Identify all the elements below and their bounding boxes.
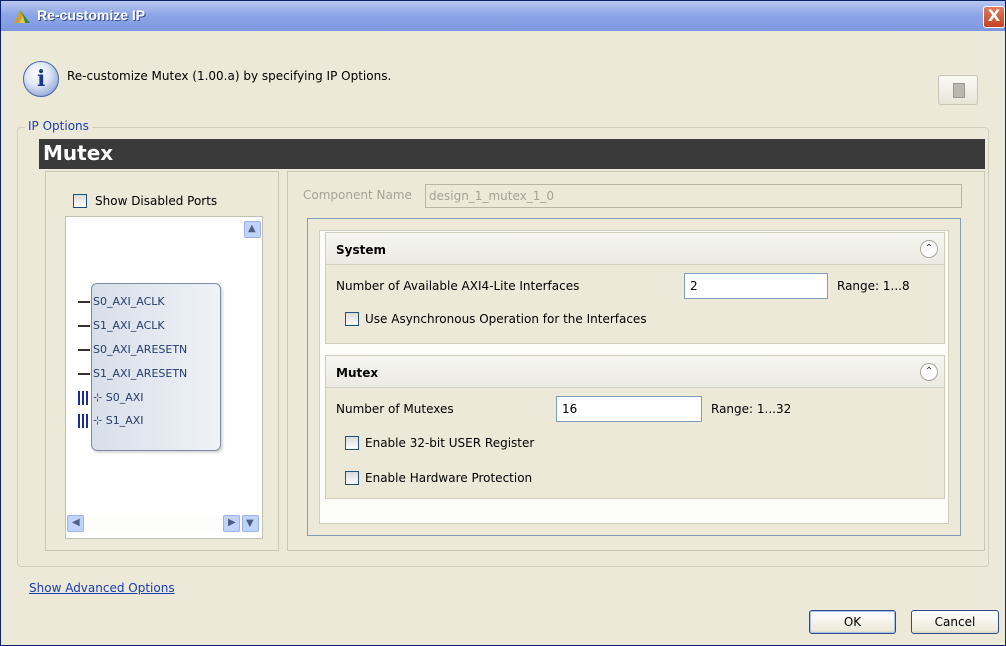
ip-description: Re-customize Mutex (1.00.a) by specifyin…	[67, 69, 392, 83]
ip-name-banner: Mutex	[39, 139, 985, 169]
horizontal-scrollbar[interactable]: ◀ ▶ ▼	[67, 515, 261, 532]
system-section: System ⌃ Number of Available AXI4-Lite I…	[325, 232, 945, 344]
chevron-up-icon: ▲	[248, 223, 256, 234]
port-wire	[78, 373, 90, 375]
show-disabled-ports-label: Show Disabled Ports	[95, 194, 218, 208]
mutex-count-range: Range: 1...32	[711, 402, 792, 416]
collapse-icon[interactable]: ⌃	[920, 240, 938, 258]
scroll-left-button[interactable]: ◀	[67, 515, 84, 532]
port-label: ⊹ S0_AXI	[93, 391, 144, 404]
mutex-section-header[interactable]: Mutex ⌃	[326, 356, 944, 388]
interfaces-range: Range: 1...8	[837, 279, 910, 293]
hardware-protection-checkbox[interactable]	[345, 471, 359, 485]
interfaces-input[interactable]: 2	[684, 273, 828, 299]
mutex-section: Mutex ⌃ Number of Mutexes 16 Range: 1...…	[325, 355, 945, 499]
documentation-button[interactable]	[938, 75, 978, 105]
mutex-count-input[interactable]: 16	[556, 396, 702, 422]
document-icon	[953, 83, 965, 98]
bus-interface-icon	[78, 391, 88, 405]
mutex-section-title: Mutex	[336, 366, 379, 380]
ip-name: Mutex	[43, 141, 114, 165]
chevron-left-icon: ◀	[72, 517, 80, 528]
chevron-right-icon: ▶	[228, 517, 236, 528]
port-label: S0_AXI_ARESETN	[93, 343, 188, 356]
scroll-up-button[interactable]: ▲	[244, 221, 261, 238]
port-label: S1_AXI_ACLK	[93, 319, 165, 332]
title-bar[interactable]: Re-customize IP X	[1, 1, 1005, 31]
ip-options-label: IP Options	[25, 119, 92, 133]
cancel-button[interactable]: Cancel	[911, 610, 999, 634]
re-customize-ip-dialog: Re-customize IP X i Re-customize Mutex (…	[0, 0, 1006, 646]
component-name-field: design_1_mutex_1_0	[425, 184, 962, 208]
scroll-down-button[interactable]: ▼	[242, 515, 259, 532]
show-disabled-ports-row: Show Disabled Ports	[65, 185, 263, 217]
port-label: ⊹ S1_AXI	[93, 414, 144, 427]
user-register-label: Enable 32-bit USER Register	[365, 436, 535, 450]
chevron-down-icon: ▼	[246, 518, 254, 529]
mutex-count-label: Number of Mutexes	[336, 402, 454, 416]
info-icon: i	[23, 61, 59, 97]
ok-button[interactable]: OK	[809, 610, 896, 634]
port-label: S1_AXI_ARESETN	[93, 367, 188, 380]
show-disabled-ports-checkbox[interactable]	[73, 194, 87, 208]
system-section-header[interactable]: System ⌃	[326, 233, 944, 265]
port-wire	[78, 349, 90, 351]
vivado-logo-icon	[14, 10, 30, 23]
show-advanced-options-link[interactable]: Show Advanced Options	[29, 581, 175, 595]
hardware-protection-label: Enable Hardware Protection	[365, 471, 533, 485]
component-name-label: Component Name	[303, 188, 412, 202]
port-wire	[78, 325, 90, 327]
port-label: S0_AXI_ACLK	[93, 295, 165, 308]
async-operation-label: Use Asynchronous Operation for the Inter…	[365, 312, 647, 326]
system-section-title: System	[336, 243, 386, 257]
close-icon[interactable]: X	[983, 6, 1005, 28]
async-operation-checkbox[interactable]	[345, 312, 359, 326]
scroll-right-button[interactable]: ▶	[223, 515, 240, 532]
bus-interface-icon	[78, 414, 88, 428]
port-wire	[78, 301, 90, 303]
user-register-checkbox[interactable]	[345, 436, 359, 450]
collapse-icon[interactable]: ⌃	[920, 363, 938, 381]
interfaces-label: Number of Available AXI4-Lite Interfaces	[336, 279, 580, 293]
window-title: Re-customize IP	[37, 7, 146, 23]
